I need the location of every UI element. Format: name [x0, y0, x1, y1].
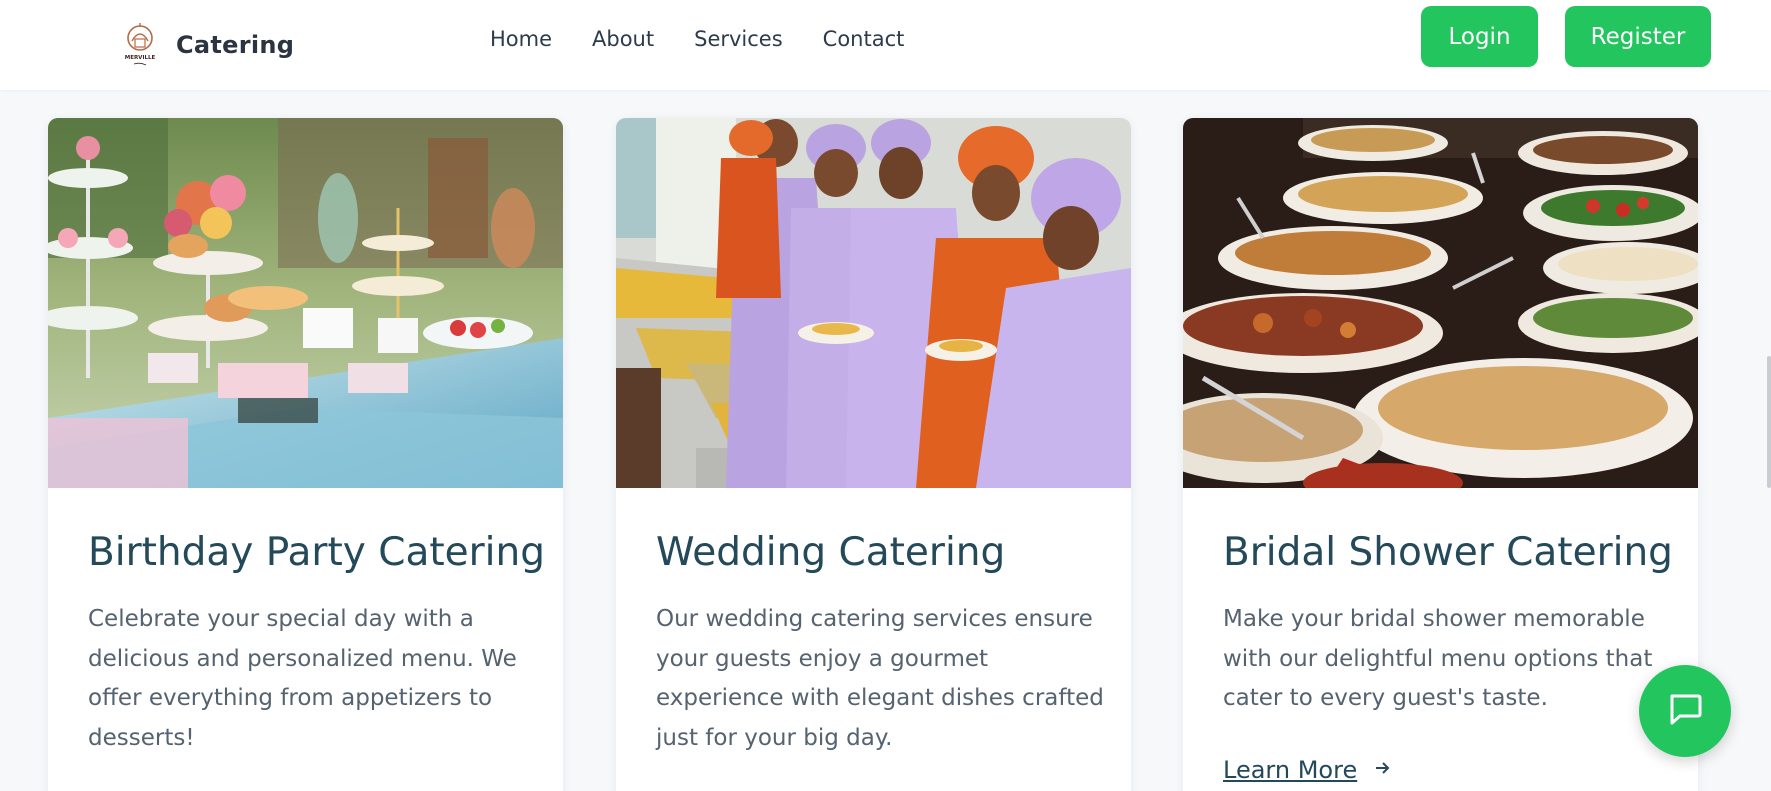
card-title: Wedding Catering: [656, 530, 1006, 575]
arrow-right-icon: [1375, 754, 1391, 786]
nav-home[interactable]: Home: [490, 24, 552, 54]
service-card-wedding: Wedding Catering Our wedding catering se…: [616, 118, 1131, 791]
register-button[interactable]: Register: [1565, 6, 1711, 67]
logo-icon: MERVILLE: [122, 20, 158, 70]
nav-services[interactable]: Services: [694, 24, 783, 54]
site-header: MERVILLE Catering Home About Services Co…: [0, 0, 1771, 90]
service-card-bridal: Bridal Shower Catering Make your bridal …: [1183, 118, 1698, 791]
learn-more-link[interactable]: Learn More: [1223, 754, 1391, 786]
page-scrollbar[interactable]: [1767, 356, 1771, 488]
main-nav: Home About Services Contact: [490, 24, 944, 54]
card-description: Our wedding catering services ensure you…: [656, 606, 1104, 751]
nav-about[interactable]: About: [592, 24, 654, 54]
card-title: Bridal Shower Catering: [1223, 530, 1673, 575]
brand-name: Catering: [176, 31, 295, 59]
nav-contact[interactable]: Contact: [823, 24, 905, 54]
service-card-birthday: Birthday Party Catering Celebrate your s…: [48, 118, 563, 791]
login-button[interactable]: Login: [1421, 6, 1538, 67]
wedding-buffet-guests-photo: [616, 118, 1131, 488]
learn-more-label: Learn More: [1223, 756, 1358, 784]
birthday-dessert-table-photo: [48, 118, 563, 488]
brand[interactable]: MERVILLE Catering: [122, 20, 294, 70]
card-description: Celebrate your special day with a delici…: [88, 606, 517, 751]
buffet-bowls-photo: [1183, 118, 1698, 488]
logo-wordmark: MERVILLE: [125, 55, 156, 61]
card-description: Make your bridal shower memorable with o…: [1223, 606, 1653, 711]
chat-button[interactable]: [1639, 665, 1731, 757]
card-title: Birthday Party Catering: [88, 530, 545, 575]
chat-bubble-icon: [1666, 690, 1704, 732]
